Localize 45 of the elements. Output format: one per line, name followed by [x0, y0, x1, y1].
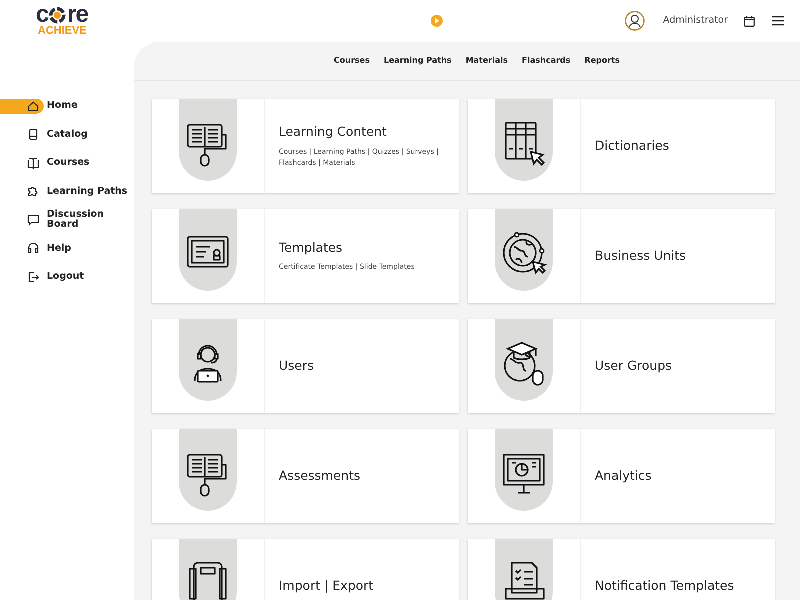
card-title[interactable]: Templates — [279, 238, 415, 258]
card-title[interactable]: Users — [279, 356, 314, 376]
user-name[interactable]: Administrator — [663, 14, 728, 28]
logout-icon — [27, 270, 40, 284]
sidebar-item[interactable]: Help — [0, 234, 134, 263]
logo-ring-icon — [49, 6, 66, 24]
headset-icon — [27, 242, 40, 256]
card-title[interactable]: Assessments — [279, 466, 360, 486]
subnav-link[interactable]: Learning Paths — [376, 55, 459, 67]
module-card[interactable]: Import | Export — [152, 539, 459, 600]
sidebar-item[interactable]: Discussion Board — [0, 206, 134, 234]
subnav-link[interactable]: Flashcards — [515, 55, 578, 67]
open-book-icon — [27, 156, 40, 170]
logo-tagline: ACHIEVE — [37, 25, 88, 37]
sidebar-item[interactable]: Courses — [0, 149, 134, 178]
card-title[interactable]: Business Units — [595, 246, 686, 266]
subnav-link[interactable]: Materials — [458, 55, 516, 67]
sidebar-item[interactable]: Logout — [0, 263, 134, 292]
card-title[interactable]: Learning Content — [279, 123, 454, 142]
module-card[interactable]: Assessments — [152, 429, 459, 523]
subnav-link[interactable]: Courses — [327, 55, 377, 67]
card-title[interactable]: Notification Templates — [595, 576, 734, 596]
sidebar-item[interactable]: Learning Paths — [0, 178, 134, 206]
logo-letters: re — [67, 5, 88, 25]
module-card[interactable]: Users — [152, 319, 459, 413]
module-card[interactable]: Analytics — [468, 429, 775, 523]
module-card[interactable]: Business Units — [468, 209, 775, 303]
card-title[interactable]: Dictionaries — [595, 136, 670, 156]
user-avatar-icon[interactable] — [625, 11, 646, 31]
book-icon — [27, 128, 40, 142]
module-card[interactable]: User Groups — [468, 319, 775, 413]
calendar-icon[interactable] — [744, 16, 755, 26]
logo-letter: c — [36, 5, 48, 25]
chat-icon — [27, 214, 40, 227]
card-title[interactable]: User Groups — [595, 356, 672, 376]
home-icon — [27, 100, 40, 113]
module-card[interactable]: Dictionaries — [468, 99, 775, 193]
puzzle-icon — [27, 185, 40, 198]
menu-icon[interactable] — [772, 16, 784, 26]
subnav-link[interactable]: Reports — [578, 55, 627, 67]
sidebar-item[interactable]: Catalog — [0, 120, 134, 149]
card-title[interactable]: Analytics — [595, 466, 652, 486]
sidebar-item[interactable]: Home — [0, 92, 134, 120]
card-title[interactable]: Import | Export — [279, 576, 374, 596]
module-card[interactable]: Notification Templates — [468, 539, 775, 600]
